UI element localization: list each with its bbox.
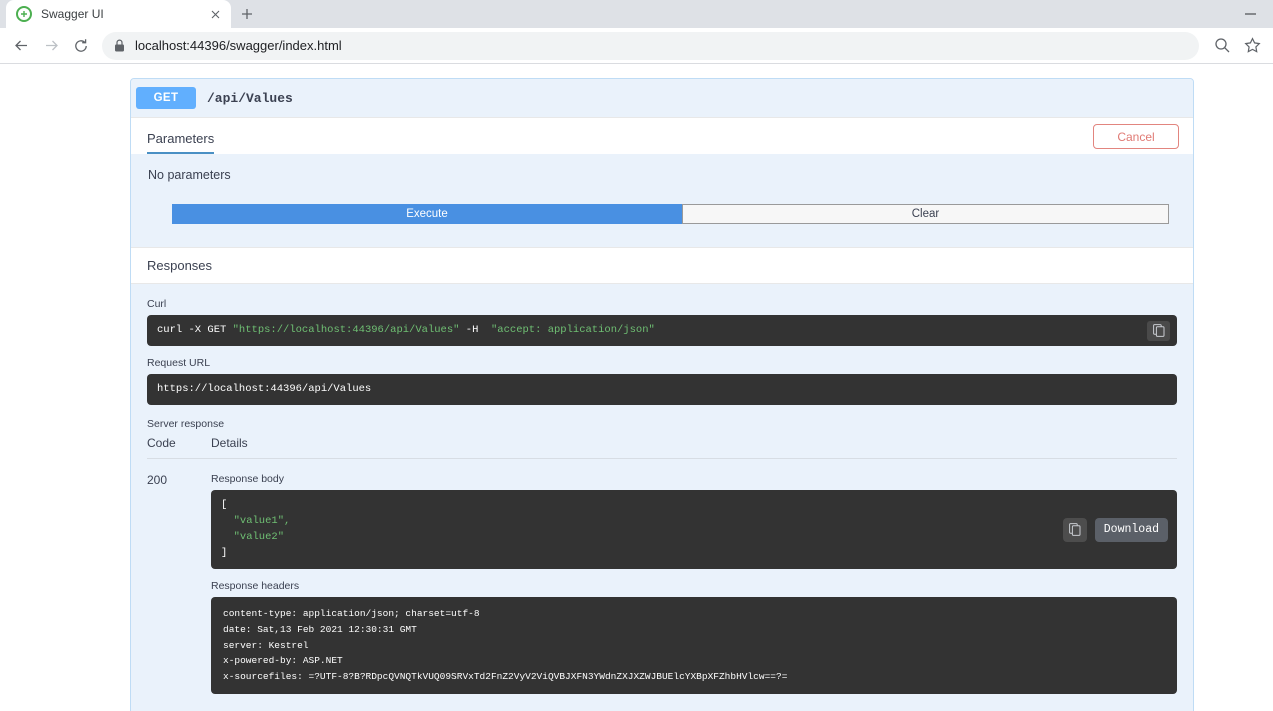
window-controls — [1228, 0, 1273, 28]
address-bar[interactable]: localhost:44396/swagger/index.html — [102, 31, 1199, 60]
execute-button[interactable]: Execute — [172, 204, 682, 224]
response-body-value-2: "value2" — [221, 530, 285, 543]
response-header-line-4: x-powered-by: ASP.NET — [223, 655, 343, 667]
execute-clear-row: Execute Clear — [172, 204, 1169, 247]
response-header-line-5: x-sourcefiles: =?UTF-8?B?RDpcQVNQTkVUQ09… — [223, 671, 788, 683]
responses-section-title: Responses — [147, 258, 213, 273]
browser-tab[interactable]: Swagger UI — [6, 0, 231, 28]
server-response-table-head: Code Details — [147, 436, 1177, 460]
response-body-block: [ "value1", "value2" ] Download — [211, 490, 1177, 570]
page-content: GET /api/Values Parameters Cancel No par… — [0, 64, 1273, 711]
response-headers-label: Response headers — [211, 580, 300, 593]
request-url-label: Request URL — [147, 357, 211, 370]
close-icon[interactable] — [207, 6, 223, 22]
address-bar-url: localhost:44396/swagger/index.html — [135, 38, 342, 53]
new-tab-button[interactable] — [233, 0, 261, 28]
lock-icon — [114, 39, 125, 52]
response-body-label: Response body — [211, 473, 284, 486]
response-body-close-bracket: ] — [221, 546, 228, 559]
browser-tab-title: Swagger UI — [41, 7, 104, 21]
response-body-value-1: "value1", — [221, 515, 291, 528]
request-url-value: https://localhost:44396/api/Values — [157, 383, 372, 396]
server-response-code: 200 — [147, 473, 168, 488]
response-body-open-bracket: [ — [221, 499, 228, 512]
no-parameters-text: No parameters — [148, 168, 231, 182]
curl-cmd-prefix: curl -X GET — [157, 324, 233, 336]
parameters-area: No parameters Execute Clear — [131, 154, 1193, 247]
curl-cmd-url: "https://localhost:44396/api/Values" — [232, 324, 460, 336]
response-header-line-1: content-type: application/json; charset=… — [223, 608, 480, 620]
col-code: Code — [147, 436, 176, 451]
operation-tab-strip: Parameters Cancel — [131, 117, 1193, 154]
response-header-line-3: server: Kestrel — [223, 639, 309, 651]
response-headers-block: content-type: application/json; charset=… — [211, 597, 1177, 694]
cancel-button[interactable]: Cancel — [1093, 124, 1179, 149]
browser-toolbar: localhost:44396/swagger/index.html — [0, 28, 1273, 64]
server-response-row: 200 Response body [ "value1", "value2" ] — [147, 459, 1177, 694]
tab-parameters[interactable]: Parameters — [147, 132, 215, 154]
download-button[interactable]: Download — [1094, 517, 1168, 542]
curl-label: Curl — [147, 298, 167, 310]
forward-arrow-icon[interactable] — [36, 31, 66, 61]
minimize-button[interactable] — [1228, 0, 1273, 28]
response-header-line-2: date: Sat,13 Feb 2021 12:30:31 GMT — [223, 624, 417, 636]
search-icon[interactable] — [1207, 31, 1237, 61]
curl-cmd-accept: "accept: application/json" — [490, 324, 655, 336]
col-details: Details — [211, 436, 248, 451]
swagger-logo-icon — [16, 6, 32, 22]
clear-button[interactable]: Clear — [682, 204, 1169, 224]
copy-icon[interactable] — [1147, 320, 1170, 341]
response-body-actions: Download — [1062, 517, 1168, 542]
request-url-block: https://localhost:44396/api/Values — [147, 374, 1177, 406]
server-response-label: Server response — [147, 418, 225, 431]
star-icon[interactable] — [1237, 31, 1267, 61]
operation-block: GET /api/Values Parameters Cancel No par… — [130, 78, 1194, 711]
curl-command-block: curl -X GET "https://localhost:44396/api… — [147, 315, 1177, 347]
reload-icon[interactable] — [66, 31, 96, 61]
back-arrow-icon[interactable] — [6, 31, 36, 61]
operation-path: /api/Values — [207, 90, 293, 106]
server-response-details: Response body [ "value1", "value2" ] Dow… — [211, 473, 1177, 694]
copy-icon[interactable] — [1062, 517, 1087, 542]
operation-summary[interactable]: GET /api/Values — [131, 79, 1193, 117]
curl-cmd-mid: -H — [459, 324, 491, 336]
http-method-badge: GET — [136, 87, 196, 109]
responses-body: Curl curl -X GET "https://localhost:4439… — [131, 284, 1193, 711]
server-response-table: Code Details 200 Response body [ "value1… — [147, 436, 1177, 694]
browser-title-bar: Swagger UI — [0, 0, 1273, 28]
responses-section-header: Responses — [131, 247, 1193, 284]
